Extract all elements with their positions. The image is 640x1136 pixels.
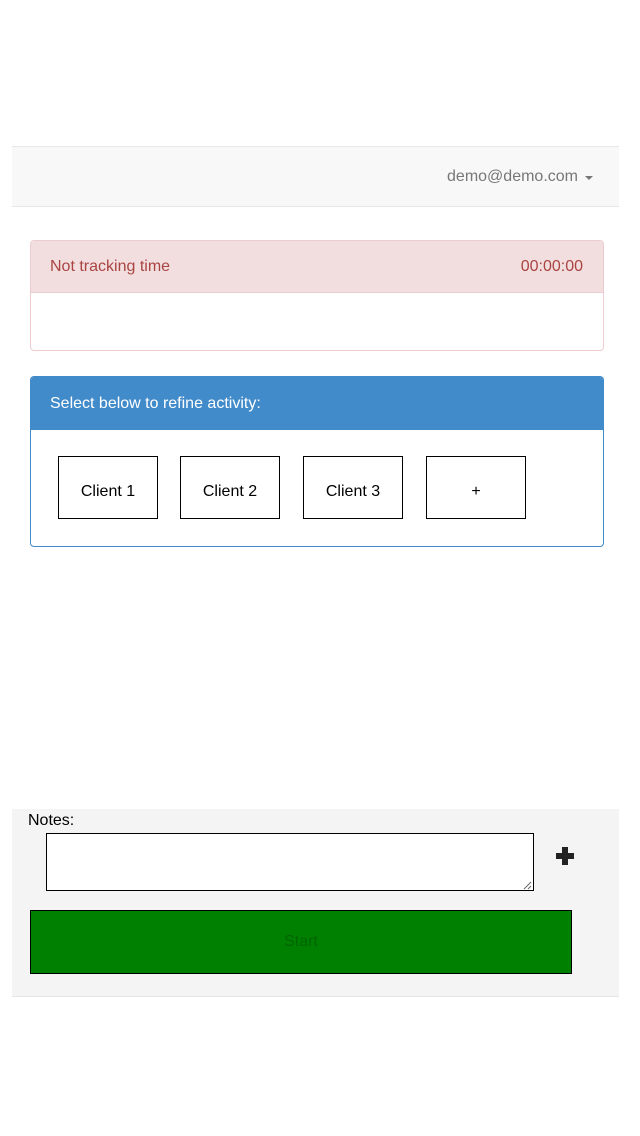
tracking-timer: 00:00:00 (520, 257, 583, 275)
client-1-button[interactable]: Client 1 (58, 456, 158, 519)
client-2-button[interactable]: Client 2 (180, 456, 280, 519)
user-menu-dropdown[interactable]: demo@demo.com (447, 147, 593, 206)
resize-grip-icon[interactable] (522, 880, 532, 890)
notes-label: Notes: (28, 812, 75, 829)
caret-down-icon (585, 175, 593, 180)
start-button[interactable]: Start (30, 910, 572, 974)
activity-panel: Select below to refine activity: Client … (30, 376, 604, 547)
client-3-button[interactable]: Client 3 (303, 456, 403, 519)
add-client-button[interactable]: + (426, 456, 526, 519)
notes-footer: Notes: Start (12, 809, 619, 997)
tracking-status-heading: Not tracking time 00:00:00 (31, 241, 603, 293)
user-email: demo@demo.com (447, 167, 578, 185)
top-navbar: demo@demo.com (12, 146, 619, 207)
plus-icon[interactable] (555, 846, 575, 866)
activity-panel-heading: Select below to refine activity: (31, 377, 603, 430)
tracking-status-label: Not tracking time (50, 257, 171, 275)
tracking-status-panel: Not tracking time 00:00:00 (30, 240, 604, 351)
notes-textarea[interactable] (46, 833, 534, 891)
